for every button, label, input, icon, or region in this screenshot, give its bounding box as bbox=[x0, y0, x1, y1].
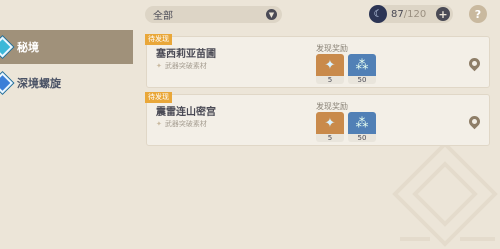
resin-max: /120 bbox=[403, 8, 427, 20]
domain-subtitle-text: 武器突破素材 bbox=[164, 120, 207, 128]
bullet-icon: ✦ bbox=[156, 120, 162, 128]
resin-counter: ☾ 87/120 + bbox=[369, 5, 453, 23]
map-pin-icon[interactable] bbox=[466, 55, 483, 72]
domain-title: 震雷连山密宫 bbox=[156, 107, 216, 118]
chevron-down-icon: ▼ bbox=[266, 9, 277, 20]
domain-subtitle: ✦ 武器突破素材 bbox=[156, 119, 207, 129]
domain-diamond-icon bbox=[0, 36, 14, 58]
bullet-icon: ✦ bbox=[156, 62, 162, 70]
domain-title: 塞西莉亚苗圃 bbox=[156, 49, 216, 60]
status-badge: 待发现 bbox=[145, 92, 172, 103]
help-button[interactable]: ? bbox=[469, 5, 487, 23]
original-resin-icon: ☾ bbox=[369, 5, 387, 23]
decorative-pattern bbox=[392, 141, 498, 247]
sidebar-item-label: 深境螺旋 bbox=[17, 77, 61, 90]
domain-subtitle: ✦ 武器突破素材 bbox=[156, 61, 207, 71]
map-pin-icon[interactable] bbox=[466, 113, 483, 130]
reward-count: 5 bbox=[316, 76, 344, 84]
spiral-abyss-diamond-icon bbox=[0, 72, 14, 94]
filter-value: 全部 bbox=[153, 11, 173, 22]
adventure-exp-icon: ⁂ bbox=[348, 54, 376, 76]
adventure-exp-icon: ⁂ bbox=[348, 112, 376, 134]
resin-current: 87 bbox=[391, 8, 404, 20]
reward-count: 5 bbox=[316, 134, 344, 142]
reward-count: 50 bbox=[348, 76, 376, 84]
reward-item[interactable]: ⁂ 50 bbox=[348, 112, 376, 142]
reward-item[interactable]: ⁂ 50 bbox=[348, 54, 376, 84]
reward-item[interactable]: ✦ 5 bbox=[316, 112, 344, 142]
resin-value: 87/120 bbox=[391, 9, 426, 20]
add-resin-button[interactable]: + bbox=[436, 7, 450, 21]
reward-label: 发现奖励 bbox=[316, 44, 348, 53]
reward-item[interactable]: ✦ 5 bbox=[316, 54, 344, 84]
sidebar: 秘境 深境螺旋 bbox=[0, 30, 133, 100]
sidebar-item-spiral-abyss[interactable]: 深境螺旋 bbox=[0, 66, 133, 100]
domain-card[interactable]: 待发现 塞西莉亚苗圃 ✦ 武器突破素材 发现奖励 ✦ 5 ⁂ 50 bbox=[145, 34, 490, 88]
reward-label: 发现奖励 bbox=[316, 102, 348, 111]
primogem-icon: ✦ bbox=[316, 54, 344, 76]
reward-count: 50 bbox=[348, 134, 376, 142]
sidebar-item-domains[interactable]: 秘境 bbox=[0, 30, 133, 64]
domain-subtitle-text: 武器突破素材 bbox=[164, 62, 207, 70]
status-badge: 待发现 bbox=[145, 34, 172, 45]
sidebar-item-label: 秘境 bbox=[17, 41, 39, 54]
filter-dropdown[interactable]: 全部 ▼ bbox=[145, 6, 282, 23]
domain-card[interactable]: 待发现 震雷连山密宫 ✦ 武器突破素材 发现奖励 ✦ 5 ⁂ 50 bbox=[145, 92, 490, 146]
primogem-icon: ✦ bbox=[316, 112, 344, 134]
